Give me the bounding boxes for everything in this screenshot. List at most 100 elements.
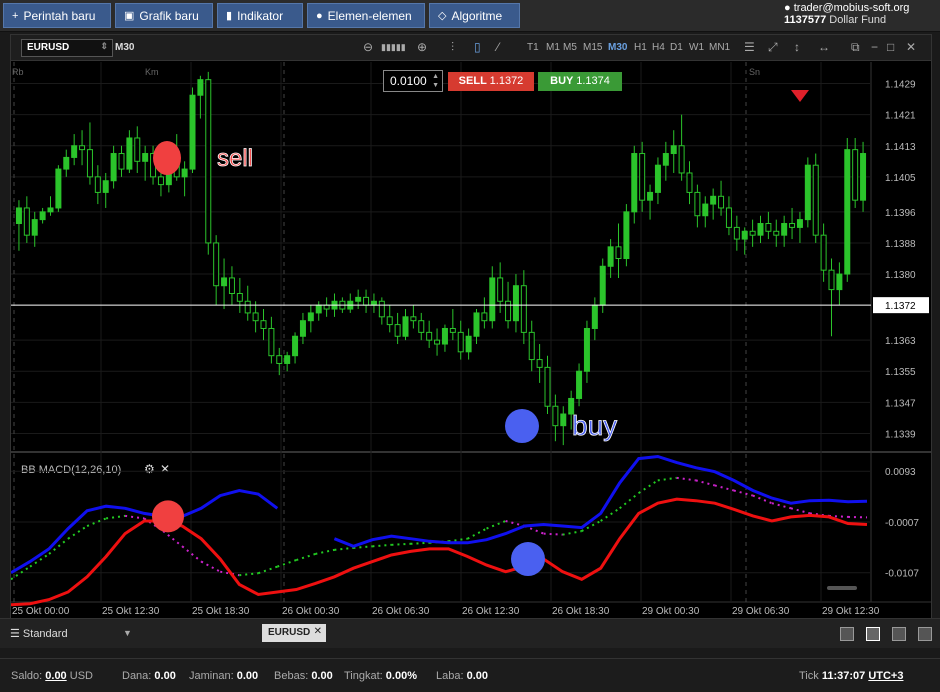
candle-body [276,355,283,364]
candle-body [307,312,314,322]
candle-body [449,327,456,333]
candle-body [79,145,86,151]
algorithm-button[interactable]: ◇ Algoritme [429,3,520,28]
account-info[interactable]: ● trader@mobius-soft.org 1137577 Dollar … [784,2,934,26]
day-label: Sn [749,67,760,77]
time-axis-label: 25 Okt 00:00 [12,606,70,617]
layout-grid-icon[interactable] [866,627,880,641]
close-icon: ✕ [160,462,170,476]
layout-single-icon[interactable] [840,627,854,641]
popout-icon[interactable]: ⧉ [851,40,860,55]
timezone-select[interactable]: UTC+3 [868,670,903,682]
bar-chart-icon[interactable]: ⫶ [451,40,454,55]
time-axis-label: 26 Okt 18:30 [552,606,610,617]
candle-chart-icon[interactable]: ▯ [474,40,481,54]
profile-select[interactable]: ☰ Standard [10,627,68,640]
layout-rows-icon[interactable] [918,627,932,641]
lot-size-input[interactable]: 0.0100 ▲ ▼ [383,70,443,92]
candle-body [394,324,401,337]
line-chart-icon[interactable]: ⁄ [497,40,499,54]
timeframe-h1[interactable]: H1 [634,42,647,53]
chevron-down-icon[interactable]: ▼ [123,628,132,638]
candle-body [47,207,54,213]
server-time: Tick 11:37:07 UTC+3 [799,670,904,682]
zoom-in-icon[interactable]: ⊕ [417,40,427,54]
horizontal-resize-icon[interactable]: ↔ [818,40,830,54]
candle-body [528,331,535,361]
candle-body [820,234,827,271]
chart-toolbar: EURUSD ⇕ M30 ⊖ ▮▮▮▮▮ ⊕ ⫶ ▯ ⁄ T1 M1 M5 M15 M3… [11,35,931,61]
spinner-icon[interactable]: ▲ ▼ [432,72,439,90]
minimize-icon[interactable]: − [871,40,878,54]
chart-canvas[interactable]: 1.1429 1.1421 1.1413 1.1405 1.1396 1.1388 1.13… [11,62,931,618]
settings-list-icon[interactable]: ☰ [744,40,755,54]
layout-columns-icon[interactable] [892,627,906,641]
candle-body [205,79,212,244]
time-axis-label: 26 Okt 06:30 [372,606,430,617]
candle-body [789,223,796,228]
chart-window: EURUSD ⇕ M30 ⊖ ▮▮▮▮▮ ⊕ ⫶ ▯ ⁄ T1 M1 M5 M15 M3… [10,34,932,618]
candle-body [363,296,370,306]
zoom-out-icon[interactable]: ⊖ [363,40,373,54]
price-tick-label: 1.1413 [885,142,916,153]
candle-body [844,149,851,275]
elements-button[interactable]: ● Elemen-elemen [307,3,425,28]
candle-body [710,195,717,205]
new-chart-button[interactable]: ▣ Grafik baru [115,3,213,28]
candle-body [639,153,646,201]
vertical-resize-icon[interactable]: ↕ [794,40,800,54]
buy-annotation: buy [572,410,617,441]
sell-button[interactable]: SELL 1.1372 [448,72,534,91]
candle-body [473,312,480,337]
candle-body [694,191,701,217]
candle-body [662,153,669,166]
candle-body [465,335,472,353]
candle-body [757,223,764,236]
candle-body [110,153,117,182]
timeframe-t1[interactable]: T1 [527,42,539,53]
horizontal-scrollbar [827,586,857,590]
candle-body [189,94,196,170]
price-tick-label: 1.1355 [885,367,916,378]
time-axis-label: 25 Okt 12:30 [102,606,160,617]
timeframe-w1[interactable]: W1 [689,42,704,53]
candle-body [236,292,243,302]
candle-body [796,219,803,228]
close-tab-icon[interactable]: ✕ [314,626,322,637]
symbol-select[interactable]: EURUSD ⇕ [21,39,113,57]
timeframe-m30[interactable]: M30 [608,42,627,53]
candle-body [299,320,306,337]
indicator-button[interactable]: ▮ Indikator [217,3,303,28]
candle-body [836,273,843,291]
candle-body [370,300,377,306]
candle-body [773,230,780,236]
zoom-slider[interactable]: ▮▮▮▮▮ [381,42,406,53]
candle-body [512,285,519,322]
candle-body [615,246,622,259]
candle-body [71,145,78,158]
timeframe-m5[interactable]: M5 [563,42,577,53]
candle-body [284,355,291,364]
timeframe-m1[interactable]: M1 [546,42,560,53]
sell-annotation: sell [217,145,253,172]
profit: Laba: 0.00 [436,670,489,682]
timeframe-mn1[interactable]: MN1 [709,42,730,53]
maximize-icon[interactable]: □ [887,40,894,54]
expand-diagonal-icon[interactable]: ⤢ [768,40,778,55]
buy-button[interactable]: BUY 1.1374 [538,72,622,91]
close-icon[interactable]: ✕ [906,40,916,54]
candle-body [63,156,70,170]
timeframe-h4[interactable]: H4 [652,42,665,53]
candle-body [457,331,464,353]
tab-eurusd[interactable]: EURUSD ✕ [262,624,326,642]
candle-body [260,320,267,329]
timeframe-d1[interactable]: D1 [670,42,683,53]
timeframe-m15[interactable]: M15 [583,42,602,53]
new-order-button[interactable]: + Perintah baru [3,3,111,28]
candle-body [315,304,322,314]
price-tick-label: 1.1388 [885,239,916,250]
candle-body [86,149,93,178]
margin-level: Tingkat: 0.00% [344,670,417,682]
candle-body [386,316,393,326]
indicator-title: BB MACD(12,26,10) [21,464,121,476]
